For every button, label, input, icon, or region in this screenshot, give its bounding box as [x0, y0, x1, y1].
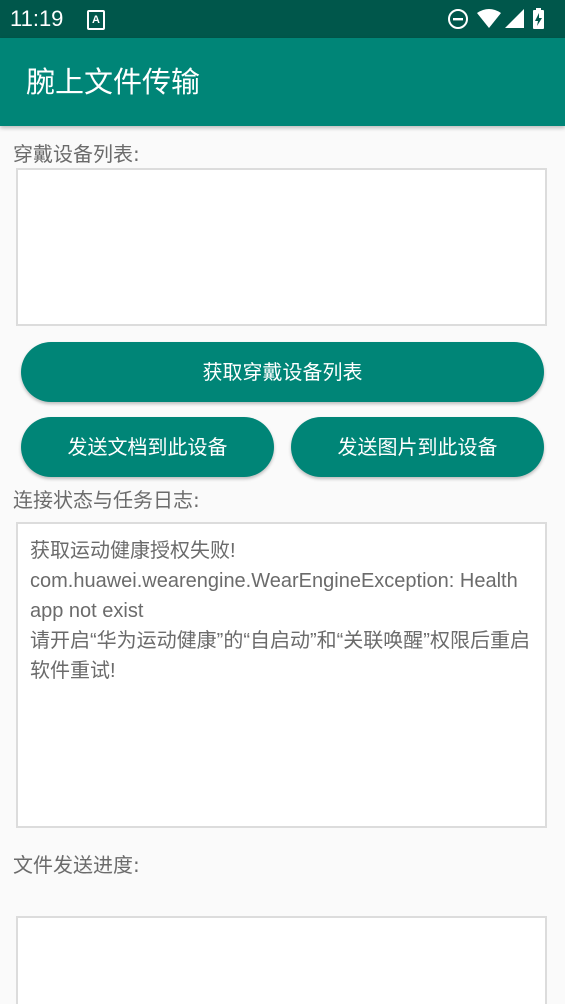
app-bar: 腕上文件传输 — [0, 38, 565, 126]
dnd-icon — [448, 9, 468, 29]
get-devices-button[interactable]: 获取穿戴设备列表 — [21, 342, 544, 402]
device-list[interactable] — [16, 168, 547, 326]
log-box[interactable]: 获取运动健康授权失败! com.huawei.wearengine.WearEn… — [16, 522, 547, 828]
send-image-button[interactable]: 发送图片到此设备 — [291, 417, 544, 477]
signal-icon — [505, 9, 524, 28]
log-text: 获取运动健康授权失败! com.huawei.wearengine.WearEn… — [30, 540, 530, 682]
status-time: 11:19 — [10, 6, 64, 31]
log-label: 连接状态与任务日志: — [13, 488, 200, 512]
status-icons — [447, 7, 557, 31]
progress-label: 文件发送进度: — [13, 853, 140, 877]
app-title: 腕上文件传输 — [26, 65, 201, 99]
progress-box — [16, 916, 547, 1004]
wifi-icon — [477, 9, 501, 28]
status-icons-svg — [448, 8, 544, 29]
status-bar: 11:19 A — [0, 0, 565, 38]
device-list-label: 穿戴设备列表: — [13, 142, 140, 166]
notification-a-icon: A — [87, 10, 105, 30]
send-document-button[interactable]: 发送文档到此设备 — [21, 417, 274, 477]
battery-icon — [533, 8, 544, 29]
